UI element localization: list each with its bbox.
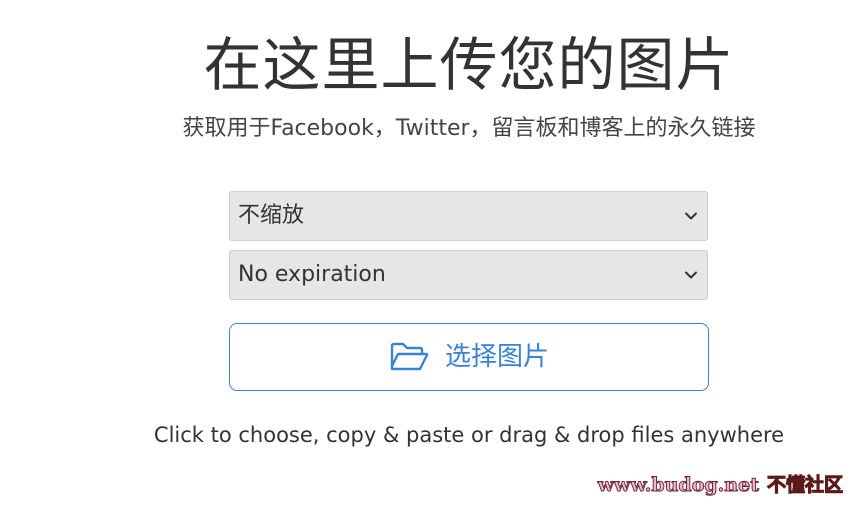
resize-select[interactable]: 不缩放 bbox=[229, 191, 708, 241]
page-title: 在这里上传您的图片 bbox=[203, 31, 735, 99]
choose-image-label: 选择图片 bbox=[444, 342, 549, 372]
chevron-down-icon bbox=[685, 271, 697, 279]
watermark-site: www.budog.net bbox=[597, 474, 759, 497]
expiration-select[interactable]: No expiration bbox=[229, 250, 708, 300]
choose-image-button[interactable]: 选择图片 bbox=[229, 323, 709, 391]
expiration-select-value: No expiration bbox=[238, 262, 386, 287]
chevron-down-icon bbox=[685, 212, 697, 220]
resize-select-value: 不缩放 bbox=[238, 203, 305, 228]
watermark: www.budog.net 不懂社区 bbox=[597, 470, 843, 497]
upload-hint: Click to choose, copy & paste or drag & … bbox=[153, 423, 785, 447]
upload-page: 在这里上传您的图片 获取用于Facebook，Twitter，留言板和博客上的永… bbox=[0, 0, 851, 505]
watermark-label: 不懂社区 bbox=[766, 474, 843, 497]
page-subtitle: 获取用于Facebook，Twitter，留言板和博客上的永久链接 bbox=[182, 116, 756, 141]
folder-open-icon bbox=[390, 342, 429, 371]
